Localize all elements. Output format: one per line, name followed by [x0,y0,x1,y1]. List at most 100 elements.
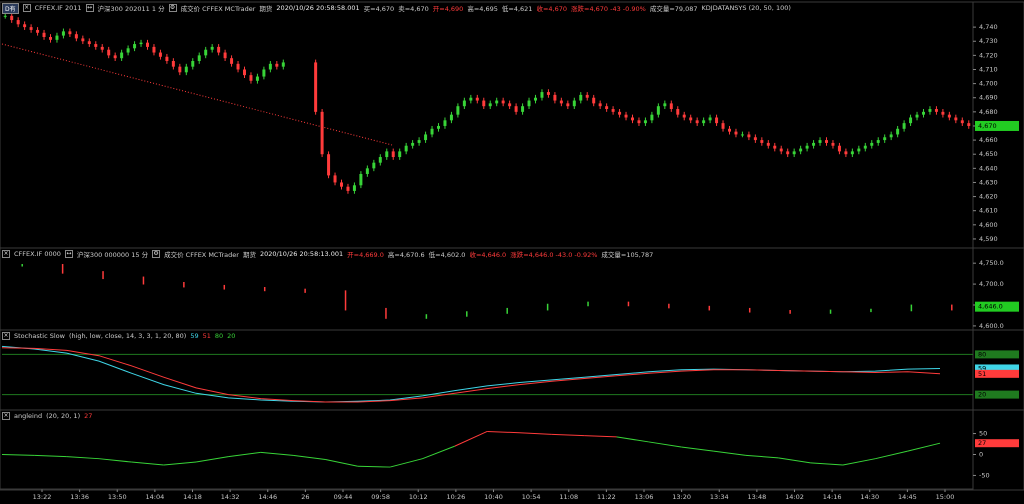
pane1-high: 高=4,695 [467,5,498,13]
pane2-tick-label: 4,700.0 [979,280,1004,288]
time-label: 10:54 [522,493,541,501]
candle-body [870,142,874,146]
candle-body [165,56,169,62]
pane2-settings-icon[interactable]: ⚙ [152,250,161,258]
angle-segment [842,458,876,466]
pane2-mode: 期货 [242,251,256,259]
pane4-params: (20, 20, 1) [46,412,81,420]
pane4-close-icon[interactable]: × [2,412,10,420]
candle-body [896,128,900,135]
candle-body [922,111,925,115]
candle-body [534,97,537,101]
stoch-d-line [1,347,941,403]
angle-segment [875,450,908,460]
pane2-link-icon[interactable]: ↔ [64,250,73,258]
time-label: 14:32 [221,493,240,501]
angle-segment [195,456,229,463]
pane3-params: (high, low, close, 14, 3, 3, 1, 20, 80) [68,332,187,340]
pane2-tick-label: 4,750.0 [979,259,1004,267]
pane1-close-icon[interactable]: × [22,4,31,12]
candle-body [572,100,576,107]
pane1-header: D有 × CFFEX.IF 2011 ↔ 沪深300 202011 1 分 ⚙ … [2,2,791,14]
pane1-exchange: 成交价 CFFEX MCTrader [180,5,256,13]
angle-segment [810,462,843,466]
candle-body [449,114,453,121]
candle-body [967,123,971,126]
angle-segment [163,461,197,466]
pane-2-frame [0,247,1024,331]
candle-body [178,66,182,73]
candle-body [585,94,589,98]
candle-body [146,42,149,47]
candle-body [598,103,602,107]
candle-body [876,140,880,143]
candle-body [618,111,622,115]
pane1-tick-label: 4,650 [979,150,998,158]
time-label: 10:26 [447,493,466,501]
pane3-name[interactable]: Stochastic Slow [14,332,65,340]
candle-body [844,151,848,155]
pane1-tab[interactable]: D有 [2,2,19,14]
time-label: 09:58 [371,493,390,501]
pane1-close: 收=4,670 [536,5,567,13]
candle-body [857,148,861,152]
pane2-exchange: 成交价 CFFEX MCTrader [164,251,239,259]
candle-body [889,134,893,138]
pane4-name[interactable]: angleind [14,412,42,420]
pane2-close: 收=4,646.0 [469,251,507,259]
candle-body [81,38,85,42]
candle-body [753,137,757,141]
candle-body [708,117,712,121]
angle-segment [681,446,714,452]
pane1-settings-icon[interactable]: ⚙ [168,4,177,12]
candle-body [676,109,680,115]
candle-body [10,15,14,21]
candle-body [346,186,350,191]
angle-segment [98,458,132,463]
angle-segment [713,450,746,456]
candle-body [243,69,246,76]
candle-body [650,114,654,121]
time-label: 26 [301,493,309,501]
pane2-open: 开=4,669.0 [347,251,384,259]
candle-body [94,44,98,47]
angle-segment [551,433,585,437]
time-label: 13:50 [108,493,127,501]
candle-body [909,117,913,124]
pane2-symbol[interactable]: CFFEX.IF 0000 [14,250,61,258]
pane1-tick-label: 4,640 [979,164,998,172]
pane1-link-icon[interactable]: ↔ [85,4,94,12]
candle-body [107,49,111,56]
candle-body [643,120,647,124]
time-label: 14:04 [146,493,165,501]
candle-body [100,46,104,50]
time-label: 14:16 [823,493,842,501]
candle-body [773,145,777,149]
time-label: 10:40 [484,493,503,501]
candle-body [443,120,447,126]
candle-body [779,148,783,152]
candle-body [158,52,162,57]
pane1-symbol[interactable]: CFFEX.IF 2011 [35,4,82,12]
angle-segment [260,451,294,456]
angle-segment [616,436,649,443]
candle-body [508,103,512,107]
candle-body [281,62,285,67]
pane2-tick-label: 4,600.0 [979,322,1004,330]
candle-body [327,154,331,176]
candle-body [934,109,938,112]
candle-body [320,111,324,155]
candle-body [204,49,208,56]
time-label: 13:34 [710,493,729,501]
angle-segment [1,454,35,456]
candle-body [404,145,408,152]
angle-segment [131,461,164,466]
candle-body [359,173,363,186]
pane2-close-icon[interactable]: × [2,250,10,258]
candle-body [378,157,382,163]
pane1-volume: 成交量=79,087 [649,5,698,13]
candle-body [210,46,214,50]
pane2-datetime: 2020/10/26 20:58:13.001 [259,250,344,258]
candle-body [883,137,887,141]
pane3-close-icon[interactable]: × [2,332,10,340]
